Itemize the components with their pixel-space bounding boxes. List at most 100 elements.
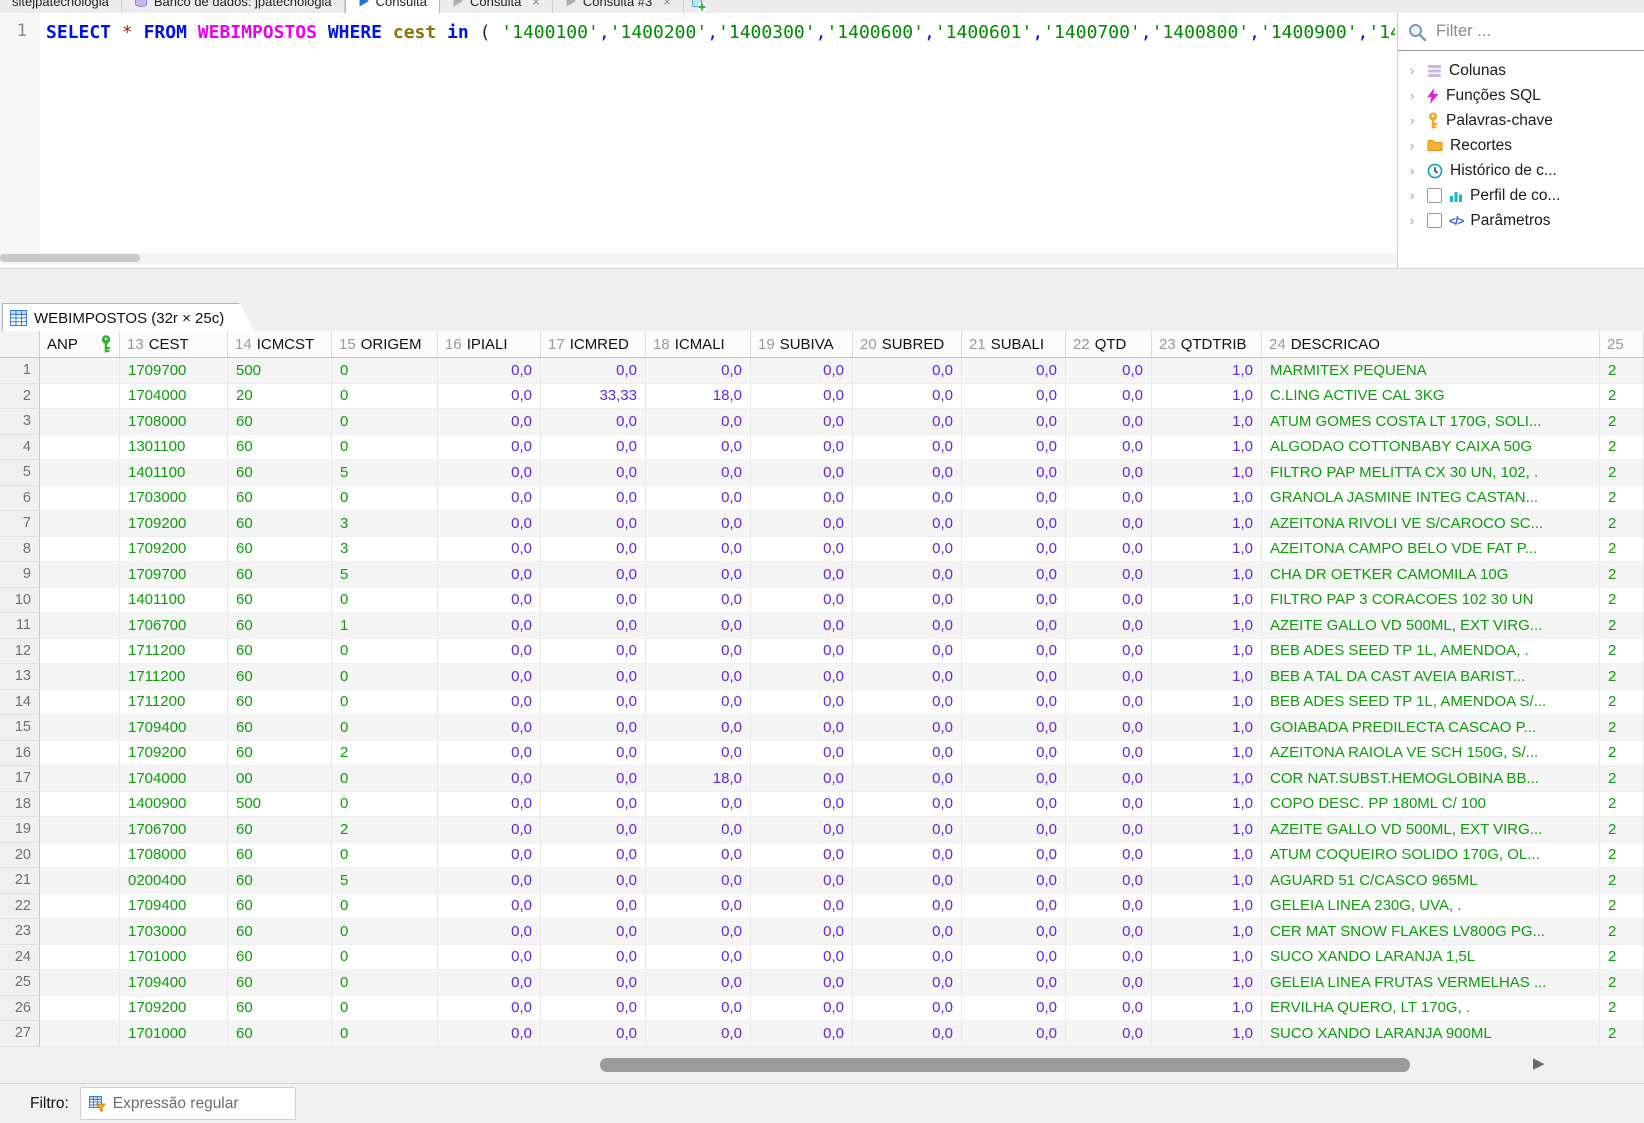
editor-horizontal-scrollbar[interactable] [0,253,1397,264]
grid-cell[interactable]: 60 [228,537,332,563]
grid-cell[interactable]: 0,0 [751,435,853,461]
grid-cell[interactable]: 0,0 [853,1021,962,1047]
grid-cell[interactable]: 0,0 [853,460,962,486]
grid-cell[interactable]: 0,0 [438,409,541,435]
grid-cell[interactable]: 0,0 [853,511,962,537]
grid-cell[interactable]: 0,0 [541,766,646,792]
grid-cell[interactable]: 0,0 [751,792,853,818]
grid-cell[interactable]: 0,0 [853,741,962,767]
grid-cell[interactable]: 0,0 [646,894,751,920]
grid-cell[interactable]: MARMITEX PEQUENA [1262,358,1600,384]
editor-tab-consulta-3[interactable]: Consulta #3× [553,0,684,13]
grid-cell[interactable]: 1,0 [1152,588,1262,614]
grid-cell[interactable]: 0,0 [853,690,962,716]
grid-cell[interactable]: 0,0 [1066,817,1152,843]
grid-cell[interactable]: 0,0 [853,588,962,614]
grid-cell[interactable]: 0,0 [962,945,1066,971]
grid-cell[interactable] [40,741,120,767]
grid-cell[interactable]: 0,0 [1066,766,1152,792]
grid-cell[interactable]: 0,0 [646,945,751,971]
grid-cell[interactable]: 0 [332,588,438,614]
grid-cell[interactable] [40,486,120,512]
grid-cell[interactable]: 0,0 [962,639,1066,665]
grid-cell[interactable]: 0,0 [541,843,646,869]
grid-cell[interactable]: 2 [1600,562,1644,588]
grid-cell[interactable] [40,460,120,486]
grid-cell[interactable]: 1,0 [1152,741,1262,767]
grid-cell[interactable] [40,996,120,1022]
grid-cell[interactable]: 0,0 [541,486,646,512]
grid-cell[interactable]: CER MAT SNOW FLAKES LV800G PG... [1262,919,1600,945]
grid-cell[interactable]: 0 [332,996,438,1022]
grid-cell[interactable]: 0,0 [751,588,853,614]
row-number[interactable]: 17 [0,766,40,792]
grid-cell[interactable]: 0,0 [853,664,962,690]
grid-cell[interactable]: 1,0 [1152,511,1262,537]
grid-cell[interactable]: 0,0 [541,792,646,818]
grid-cell[interactable]: 0,0 [962,664,1066,690]
grid-cell[interactable]: 1711200 [120,690,228,716]
grid-cell[interactable]: 1703000 [120,486,228,512]
grid-cell[interactable]: 0,0 [1066,919,1152,945]
row-number[interactable]: 20 [0,843,40,869]
grid-cell[interactable]: 0,0 [438,996,541,1022]
row-number[interactable]: 7 [0,511,40,537]
grid-cell[interactable]: 60 [228,486,332,512]
grid-cell[interactable]: 0,0 [1066,664,1152,690]
row-number[interactable]: 9 [0,562,40,588]
grid-cell[interactable] [40,384,120,410]
grid-cell[interactable]: 0,0 [1066,996,1152,1022]
editor-tab-consulta[interactable]: Consulta [345,0,440,13]
grid-cell[interactable]: 0,0 [438,537,541,563]
grid-cell[interactable]: 0,0 [1066,537,1152,563]
grid-cell[interactable]: AZEITE GALLO VD 500ML, EXT VIRG... [1262,817,1600,843]
grid-cell[interactable]: 1,0 [1152,970,1262,996]
grid-cell[interactable]: 1,0 [1152,384,1262,410]
grid-cell[interactable] [40,537,120,563]
grid-cell[interactable]: 1,0 [1152,766,1262,792]
grid-cell[interactable]: 60 [228,588,332,614]
column-header-subred[interactable]: 20SUBRED [853,331,962,357]
grid-cell[interactable]: 0,0 [438,766,541,792]
grid-cell[interactable]: 0,0 [438,741,541,767]
results-scrollbar-thumb[interactable] [600,1058,1410,1072]
row-number[interactable]: 27 [0,1021,40,1047]
grid-cell[interactable]: 0 [332,1021,438,1047]
grid-cell[interactable]: 0,0 [962,894,1066,920]
panel-item-colunas[interactable]: ›Colunas [1398,58,1644,83]
grid-cell[interactable]: 2 [1600,843,1644,869]
row-number[interactable]: 14 [0,690,40,716]
grid-cell[interactable]: 0,0 [646,817,751,843]
grid-cell[interactable]: 0,0 [1066,970,1152,996]
row-number[interactable]: 15 [0,715,40,741]
column-header-cest[interactable]: 13CEST [120,331,228,357]
grid-cell[interactable]: 0,0 [438,460,541,486]
row-number[interactable]: 24 [0,945,40,971]
grid-cell[interactable]: 0,0 [646,919,751,945]
grid-cell[interactable]: 0,0 [438,919,541,945]
grid-cell[interactable]: 0,0 [438,792,541,818]
grid-cell[interactable]: 0,0 [646,843,751,869]
grid-cell[interactable]: 0,0 [438,894,541,920]
row-number[interactable]: 5 [0,460,40,486]
grid-cell[interactable] [40,358,120,384]
grid-cell[interactable]: 0,0 [751,486,853,512]
grid-cell[interactable]: 0,0 [646,511,751,537]
grid-cell[interactable]: 1711200 [120,664,228,690]
grid-cell[interactable]: 60 [228,613,332,639]
grid-cell[interactable]: 0,0 [646,537,751,563]
grid-cell[interactable]: 0,0 [541,919,646,945]
grid-cell[interactable]: 0,0 [541,435,646,461]
grid-cell[interactable]: 60 [228,970,332,996]
grid-cell[interactable]: GOIABADA PREDILECTA CASCAO P... [1262,715,1600,741]
grid-cell[interactable]: 0,0 [962,715,1066,741]
panel-item-palavras-chave[interactable]: ›Palavras-chave [1398,108,1644,133]
grid-cell[interactable]: 0,0 [438,945,541,971]
grid-cell[interactable]: 0,0 [853,537,962,563]
grid-cell[interactable]: 60 [228,715,332,741]
grid-cell[interactable]: 60 [228,435,332,461]
grid-cell[interactable]: 2 [1600,919,1644,945]
column-header-icmred[interactable]: 17ICMRED [541,331,646,357]
grid-cell[interactable]: ATUM COQUEIRO SOLIDO 170G, OL... [1262,843,1600,869]
grid-cell[interactable]: 0,0 [962,409,1066,435]
